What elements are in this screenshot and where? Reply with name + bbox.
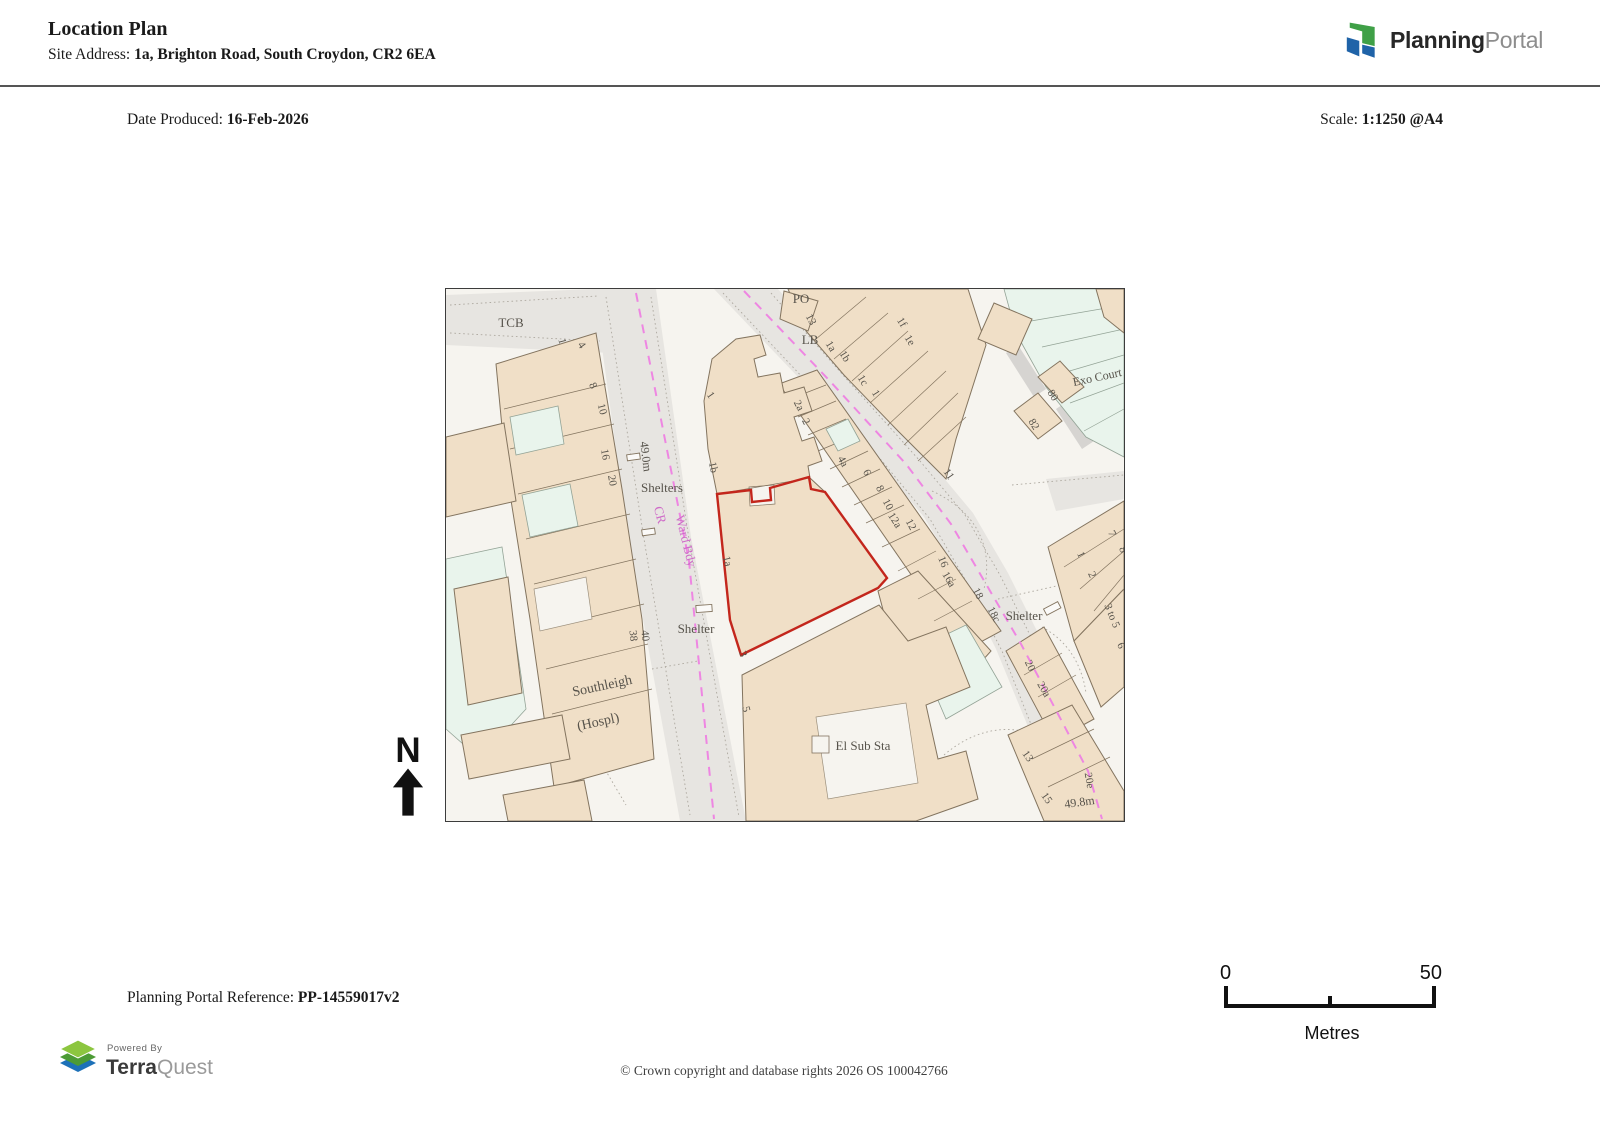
page-title: Location Plan xyxy=(48,18,167,41)
terraquest-powered-by: Powered By xyxy=(107,1044,213,1054)
north-indicator: N xyxy=(386,733,430,823)
scale-bar: 0 50 Metres xyxy=(1218,962,1446,1044)
planning-portal-icon xyxy=(1338,16,1382,65)
location-plan-map: TCB148101620384049.0mSheltersCRWard BdyS… xyxy=(445,288,1125,822)
north-arrow-icon xyxy=(391,768,425,818)
scale-start: 0 xyxy=(1220,962,1231,985)
svg-text:PO: PO xyxy=(793,291,810,306)
north-label: N xyxy=(386,733,430,768)
scale-unit: Metres xyxy=(1218,1023,1446,1044)
svg-text:LB: LB xyxy=(802,332,819,347)
svg-text:Shelter: Shelter xyxy=(678,621,715,636)
terraquest-wordmark: TerraQuest xyxy=(106,1057,213,1078)
terraquest-icon xyxy=(58,1040,98,1083)
svg-text:Shelters: Shelters xyxy=(641,480,683,495)
site-address: Site Address: 1a, Brighton Road, South C… xyxy=(48,46,436,64)
site-address-value: 1a, Brighton Road, South Croydon, CR2 6E… xyxy=(134,46,436,63)
svg-text:38: 38 xyxy=(627,630,640,643)
date-produced: Date Produced: 16-Feb-2026 xyxy=(127,111,309,129)
scale-end: 50 xyxy=(1420,962,1442,985)
planning-portal-reference: Planning Portal Reference: PP-14559017v2 xyxy=(127,989,400,1007)
planning-portal-logo: PlanningPortal xyxy=(1338,16,1543,65)
scale-bar-graphic xyxy=(1218,984,1442,1010)
header-divider xyxy=(0,85,1600,87)
terraquest-logo: Powered By TerraQuest xyxy=(58,1040,213,1083)
svg-text:40: 40 xyxy=(639,630,652,643)
svg-text:El Sub Sta: El Sub Sta xyxy=(836,738,891,753)
planning-portal-wordmark: PlanningPortal xyxy=(1390,27,1543,54)
scale-text: Scale: 1:1250 @A4 xyxy=(1150,111,1443,129)
crown-copyright: © Crown copyright and database rights 20… xyxy=(445,1063,1123,1079)
svg-text:TCB: TCB xyxy=(498,315,524,330)
site-address-label: Site Address: xyxy=(48,46,134,63)
svg-text:Shelter: Shelter xyxy=(1006,608,1043,623)
